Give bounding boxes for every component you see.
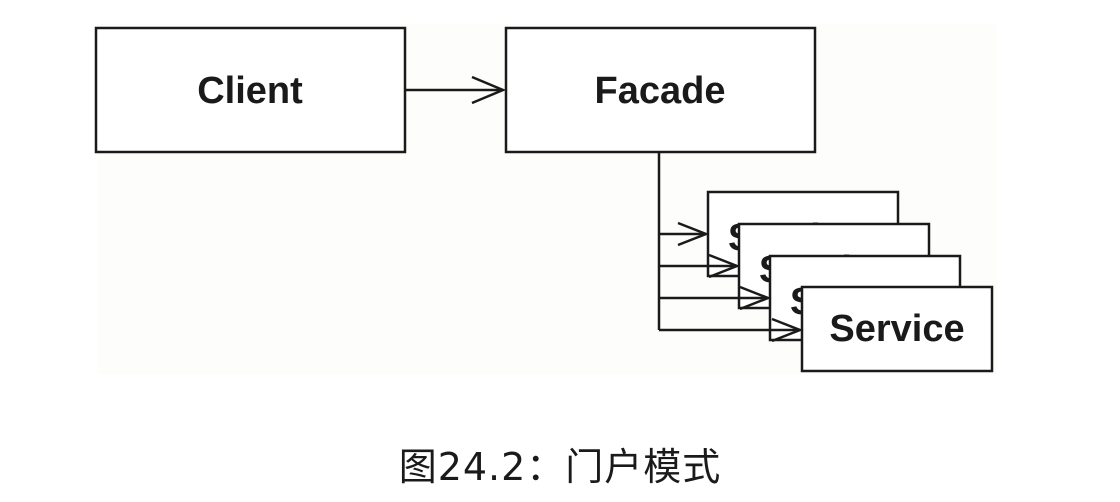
facade-pattern-diagram: Client Facade Service Service Service (94, 26, 994, 373)
client-label: Client (197, 70, 303, 112)
service-node-4: Service (800, 285, 994, 373)
service-label: Service (829, 308, 964, 350)
facade-node: Facade (504, 26, 817, 154)
client-node: Client (94, 26, 407, 154)
figure-caption: 图24.2：门户模式 (398, 445, 722, 489)
figure: Client Facade Service Service Service (0, 0, 1120, 502)
client-to-facade-arrow (405, 75, 507, 105)
facade-label: Facade (595, 70, 726, 112)
